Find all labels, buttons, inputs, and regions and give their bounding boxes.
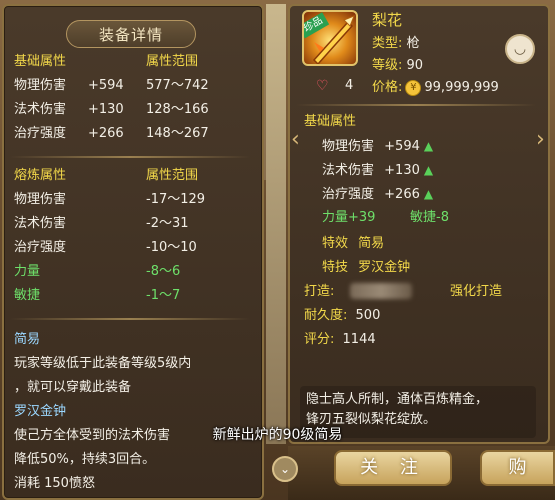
video-subtitle: 新鲜出炉的90级简易 [212,427,343,443]
next-arrow-icon[interactable]: › [536,128,552,152]
attr-value: +594 [88,78,124,93]
attr-value: +266 [384,187,420,202]
eye-icon[interactable]: ◡ [505,34,535,64]
attr-range: 128～166 [146,102,209,117]
bonus-agility: 敏捷-8 [410,210,449,225]
skill-name: 罗汉金钟 [14,404,67,419]
attr-name: 法术伤害 [322,163,375,178]
special-effect: 特效 简易 [322,234,384,254]
coin-icon: ¥ [405,79,422,96]
attr-range: 148～267 [146,126,209,141]
effect-name: 简易 [14,332,41,347]
level-label: 等级: [372,58,403,73]
panel-title-badge: 装备详情 [66,20,196,48]
attr-value: +130 [88,102,124,117]
durability: 耐久度: 500 [304,306,380,326]
up-arrow-icon: ▲ [423,187,434,201]
durability-label: 耐久度: [304,308,348,323]
skill-value: 罗汉金钟 [358,260,411,275]
special-skill: 特技 罗汉金钟 [322,258,410,278]
attr-range: 577～742 [146,78,209,93]
background-strip [266,4,286,444]
attr-name: 物理伤害 [14,78,67,93]
price-value: 99,999,999 [424,80,499,95]
forge-range-label: 属性范围 [146,168,199,183]
attr-range: -10～10 [146,240,197,255]
attr-value: +130 [384,163,420,178]
bonus-power: 力量+39 [322,210,376,225]
item-type: 类型: 枪 [372,34,420,54]
item-attr-row: 治疗强度 +266 ▲ [322,184,433,205]
divider [10,156,250,158]
attr-name: 物理伤害 [14,192,67,207]
attr-name: 治疗强度 [14,126,67,141]
forger-label: 打造: [304,284,335,299]
divider [10,318,250,320]
chevron-down-icon[interactable]: ⌄ [272,456,298,482]
follow-button[interactable]: 关 注 [334,450,452,486]
effect-description: ，就可以穿戴此装备 [14,380,132,395]
like-count: 4 [345,78,354,93]
attr-value: +266 [88,126,124,141]
divider [296,104,536,106]
enhanced-forge-tag: 强化打造 [450,284,503,299]
item-name: 梨花 [372,11,403,29]
item-level: 等级: 90 [372,56,423,76]
attr-range: -17～129 [146,192,206,207]
score-value: 1144 [342,332,376,347]
attr-name: 治疗强度 [14,240,67,255]
attr-name: 敏捷 [14,288,41,303]
attr-range: -2～31 [146,216,189,231]
attr-name: 法术伤害 [14,102,67,117]
heart-icon[interactable]: ♡ [316,78,329,94]
panel-title: 装备详情 [98,25,163,44]
up-arrow-icon: ▲ [423,139,434,153]
score-label: 评分: [304,332,335,347]
game-scene: 装备详情 基础属性 属性范围 物理伤害 +594 577～742 法术伤害 +1… [0,0,555,500]
effect-value: 简易 [358,236,385,251]
effect-description: 玩家等级低于此装备等级5级内 [14,356,192,371]
type-label: 类型: [372,36,403,51]
effect-label: 特效 [322,236,349,251]
attr-name: 物理伤害 [322,139,375,154]
item-icon[interactable]: 珍品 [302,10,358,66]
flavor-text: 隐士高人所制，通体百炼精金， [306,392,489,407]
skill-cost: 消耗 150愤怒 [14,476,95,491]
item-attr-row: 物理伤害 +594 ▲ [322,136,433,157]
item-attr-row: 法术伤害 +130 ▲ [322,160,433,181]
up-arrow-icon: ▲ [423,163,434,177]
forge-attr-label: 熔炼属性 [14,168,67,183]
attr-name: 法术伤害 [14,216,67,231]
durability-value: 500 [355,308,381,323]
base-range-label: 属性范围 [146,54,199,69]
skill-label: 特技 [322,260,349,275]
attr-value: +594 [384,139,420,154]
attr-range: -8～6 [146,264,181,279]
skill-description: 降低50%，持续3回合。 [14,452,156,467]
score: 评分: 1144 [304,330,376,350]
base-attr-label: 基础属性 [14,54,67,69]
type-value: 枪 [406,36,420,51]
buy-button[interactable]: 购 [480,450,555,486]
price-label: 价格: [372,80,403,95]
attr-name: 力量 [14,264,41,279]
item-base-header: 基础属性 [304,114,357,129]
attr-range: -1～7 [146,288,181,303]
blurred-forger-name [350,283,412,299]
attr-name: 治疗强度 [322,187,375,202]
item-price: 价格: ¥99,999,999 [372,78,499,98]
level-value: 90 [406,58,424,73]
